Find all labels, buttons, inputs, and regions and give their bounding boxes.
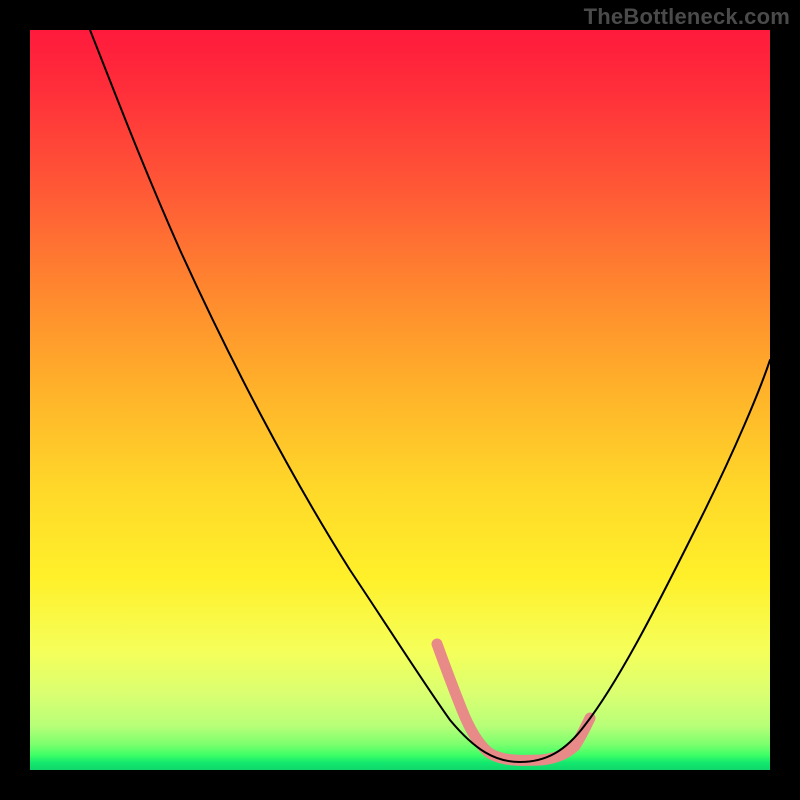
highlight-segment: [437, 644, 590, 760]
curve-svg: [30, 30, 770, 770]
plot-area: [30, 30, 770, 770]
bottleneck-curve: [90, 30, 770, 762]
chart-frame: TheBottleneck.com: [0, 0, 800, 800]
watermark-text: TheBottleneck.com: [584, 4, 790, 30]
